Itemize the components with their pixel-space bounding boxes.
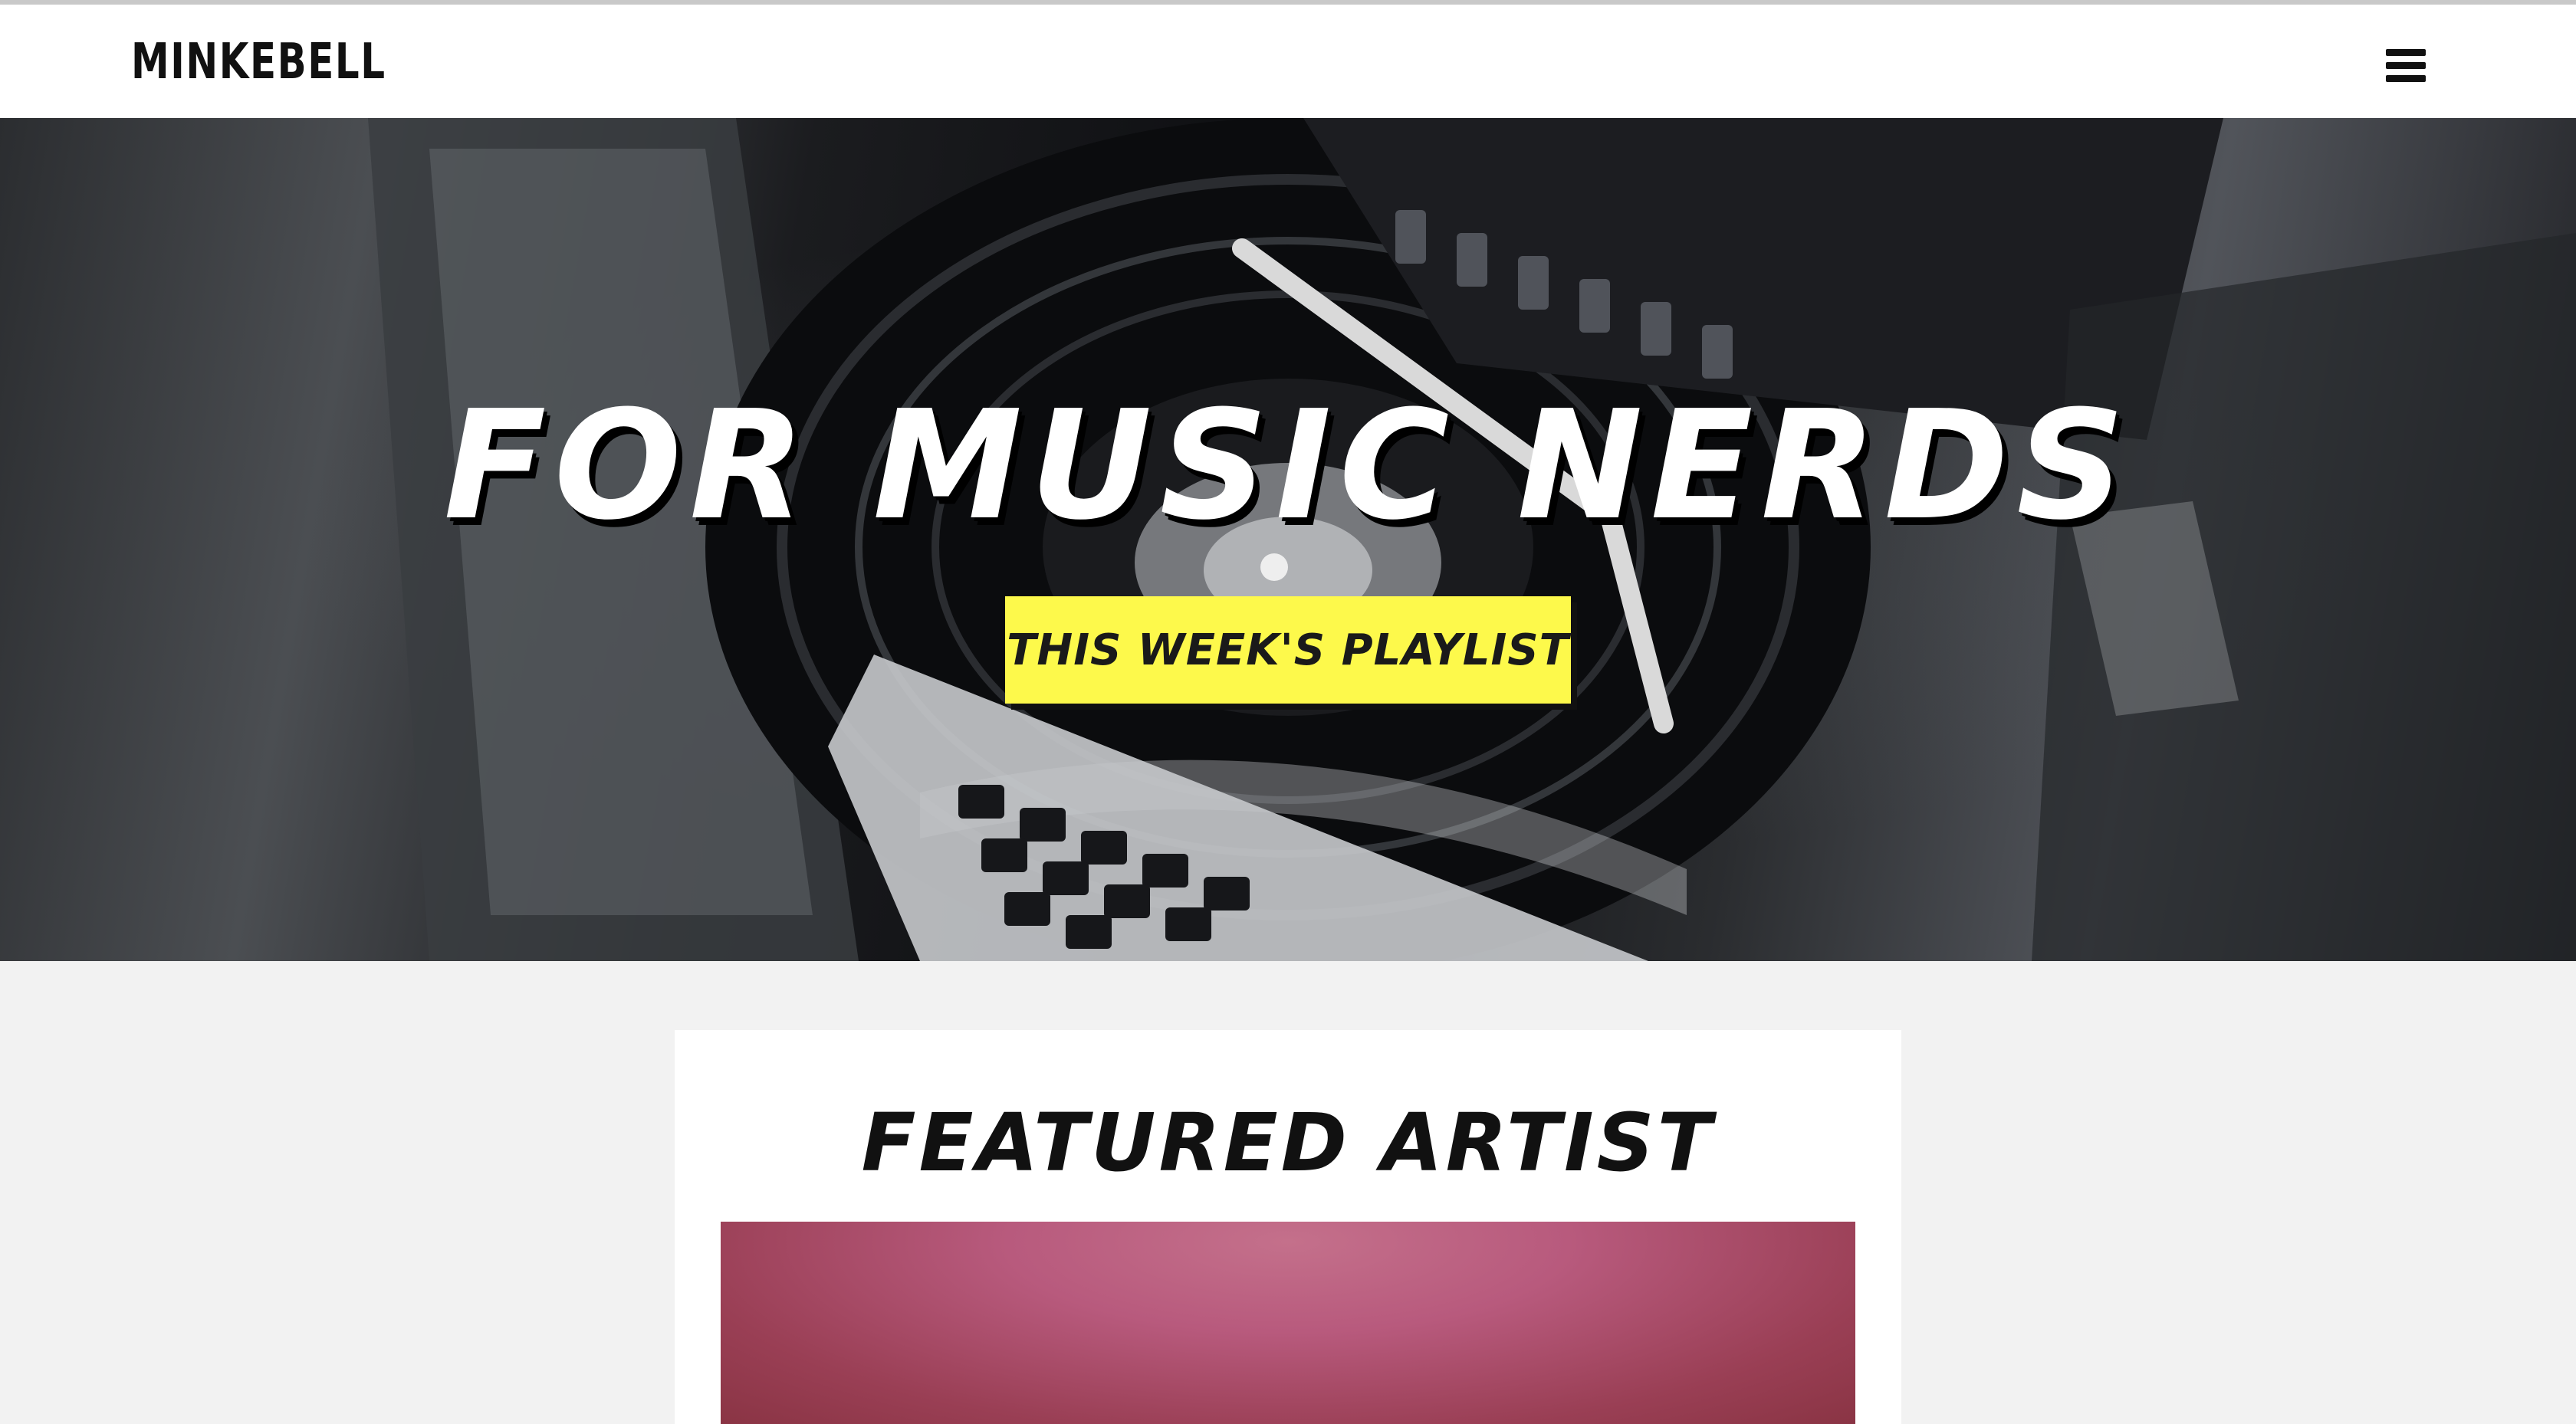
featured-artist-title: FEATURED ARTIST — [861, 1096, 1715, 1189]
featured-artist-image[interactable] — [721, 1222, 1855, 1424]
navbar: MINKEBELL — [0, 5, 2576, 118]
hero-title: FOR MUSIC NERDS — [443, 379, 2133, 553]
featured-artist-card: FEATURED ARTIST — [675, 1030, 1901, 1424]
brand-logo[interactable]: MINKEBELL — [131, 34, 386, 90]
hamburger-menu-icon[interactable] — [2384, 46, 2433, 86]
playlist-button[interactable]: THIS WEEK'S PLAYLIST — [1005, 596, 1571, 704]
hero-banner: FOR MUSIC NERDS THIS WEEK'S PLAYLIST — [0, 118, 2576, 961]
